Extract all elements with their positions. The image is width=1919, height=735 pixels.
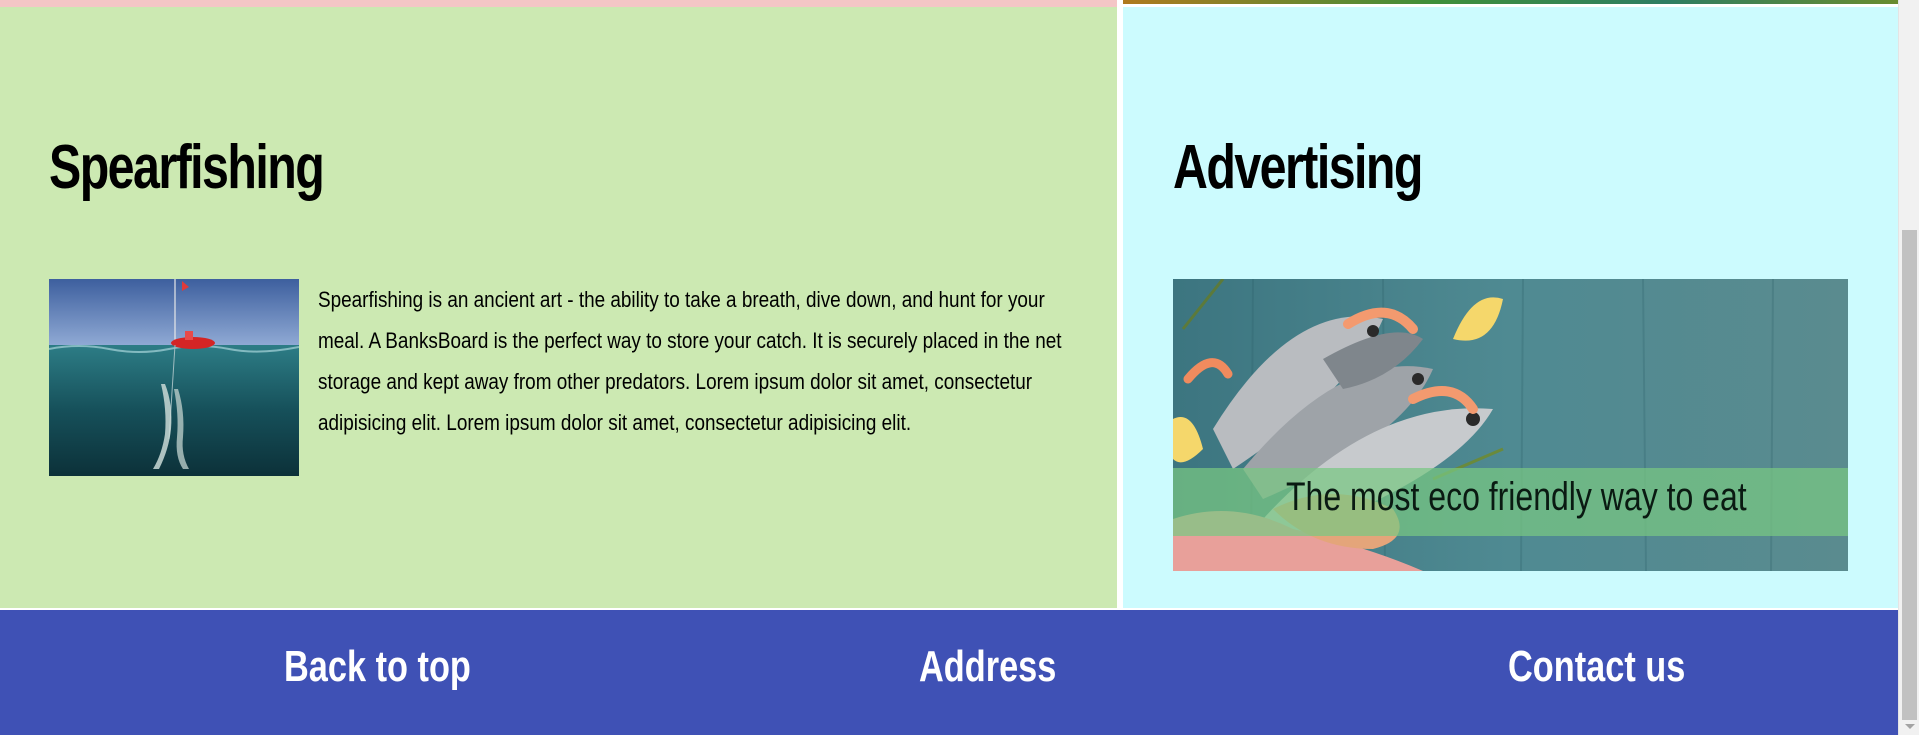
previous-image-edge [1123, 0, 1898, 4]
back-to-top-link[interactable]: Back to top [284, 642, 471, 692]
spearfishing-heading: Spearfishing [49, 133, 325, 202]
scrollbar-thumb[interactable] [1902, 230, 1917, 720]
address-link[interactable]: Address [919, 642, 1056, 692]
vertical-scrollbar[interactable] [1898, 0, 1919, 735]
spearfishing-section: Spearfishing Spearfishing is an ancient … [0, 7, 1117, 608]
advertising-caption: The most eco friendly way to eat [1286, 475, 1747, 519]
spearfishing-description: Spearfishing is an ancient art - the abi… [318, 287, 1062, 435]
spearfishing-image [49, 279, 299, 476]
page: Spearfishing Spearfishing is an ancient … [0, 0, 1898, 735]
advertising-section: Advertising The most eco friendly way to… [1123, 7, 1898, 608]
advertising-heading: Advertising [1173, 133, 1423, 202]
advertising-banner[interactable]: The most eco friendly way to eat [1173, 279, 1848, 571]
contact-us-link[interactable]: Contact us [1508, 642, 1685, 692]
scroll-down-arrow-icon[interactable] [1905, 724, 1915, 729]
previous-section-edge [0, 0, 1117, 7]
footer: Back to top Address Contact us [0, 610, 1898, 735]
